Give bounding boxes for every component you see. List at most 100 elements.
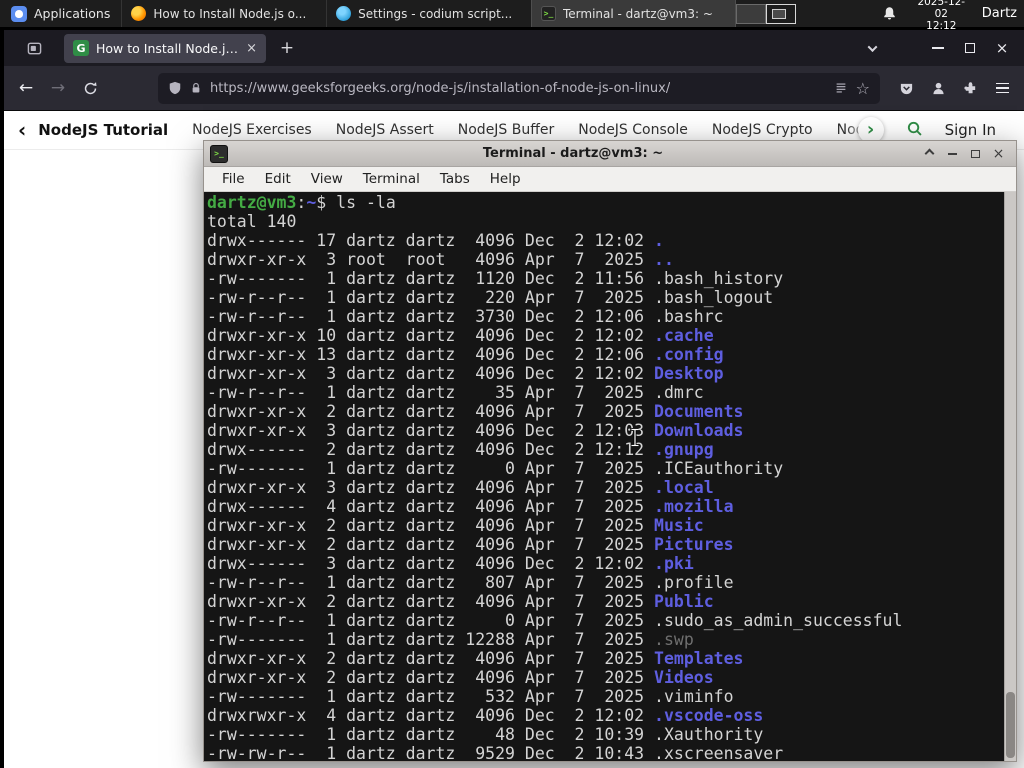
firefox-view-button[interactable] [20,34,48,62]
panel-username: Dartz [981,6,1018,21]
menu-file[interactable]: File [212,171,255,187]
terminal-listing-row: -rw-r--r-- 1 dartz dartz 807 Apr 7 2025 … [207,573,734,592]
terminal-content[interactable]: dartz@vm3:~$ ls -la total 140 drwx------… [204,192,1016,761]
workspace-switcher[interactable] [735,3,796,24]
extensions-icon[interactable] [954,73,986,103]
terminal-close-button[interactable]: × [987,144,1010,164]
firefox-icon [131,6,147,21]
list-tabs-chevron-icon[interactable] [856,35,888,61]
pager-window-icon [771,8,786,19]
site-nav-link[interactable]: NodeJS Buffer [458,122,555,138]
site-nav-current[interactable]: NodeJS Tutorial [38,121,168,139]
browser-tab-bar: G How to Install Node.js on... × + × [4,30,1024,66]
site-nav-link[interactable]: NodeJS Console [578,122,688,138]
hamburger-bar [995,91,1009,94]
terminal-listing-row: drwx------ 3 dartz dartz 4096 Dec 2 12:0… [207,554,694,573]
terminal-listing-row: -rw-r--r-- 1 dartz dartz 0 Apr 7 2025 .s… [207,611,903,630]
menu-terminal[interactable]: Terminal [353,171,430,187]
menu-view[interactable]: View [301,171,353,187]
mouse-cursor [630,428,640,451]
terminal-listing-row: drwxr-xr-x 2 dartz dartz 4096 Apr 7 2025… [207,592,714,611]
scrollbar-thumb[interactable] [1006,692,1015,758]
desktop: Applications How to Install Node.js o...… [0,0,1024,768]
terminal-listing-row: drwxr-xr-x 3 dartz dartz 4096 Dec 2 12:0… [207,364,724,383]
terminal-window-buttons: × [918,144,1010,164]
hamburger-bar [995,82,1009,85]
taskbar-item-label: Terminal - dartz@vm3: ~ [562,6,713,21]
pocket-icon[interactable] [890,73,922,103]
bookmark-star-icon[interactable]: ☆ [856,79,870,98]
reader-mode-icon[interactable] [834,81,848,95]
maximize-icon [971,149,980,158]
url-text[interactable]: https://www.geeksforgeeks.org/node-js/in… [210,81,670,96]
search-icon[interactable] [906,120,923,141]
workspace-1[interactable] [735,3,766,24]
taskbar-item-label: How to Install Node.js o... [153,6,307,21]
terminal-listing-row: drwx------ 17 dartz dartz 4096 Dec 2 12:… [207,231,664,250]
notification-bell-icon[interactable] [882,6,897,21]
tracking-shield-icon[interactable] [168,81,182,95]
taskbar-item-terminal[interactable]: >_ Terminal - dartz@vm3: ~ [530,0,736,27]
applications-icon [11,5,27,22]
clock-date: 2025-12-02 [917,0,966,20]
terminal-minimize-button[interactable] [941,144,964,164]
applications-menu-button[interactable]: Applications [0,0,121,27]
terminal-listing-row: -rw-r--r-- 1 dartz dartz 35 Apr 7 2025 .… [207,383,704,402]
url-bar[interactable]: https://www.geeksforgeeks.org/node-js/in… [158,72,880,104]
browser-toolbar: ← → https://www.geeksforgeeks.org/node-j… [4,66,1024,111]
terminal-titlebar[interactable]: >_ Terminal - dartz@vm3: ~ × [204,141,1016,167]
terminal-total-line: total 140 [207,212,297,231]
terminal-listing: drwx------ 17 dartz dartz 4096 Dec 2 12:… [207,231,1016,761]
clock-time: 12:12 [926,19,957,32]
site-nav-link[interactable]: NodeJS Exercises [192,122,312,138]
menu-tabs[interactable]: Tabs [430,171,480,187]
menu-hamburger-icon[interactable] [986,73,1018,103]
terminal-listing-row: -rw------- 1 dartz dartz 12288 Apr 7 202… [207,630,694,649]
close-icon: × [995,38,1009,57]
account-icon[interactable] [922,73,954,103]
terminal-listing-row: -rw------- 1 dartz dartz 48 Dec 2 10:39 … [207,725,764,744]
tab-title: How to Install Node.js on... [96,40,239,56]
minimize-icon [932,47,944,49]
top-panel: Applications How to Install Node.js o...… [0,0,1024,32]
minimize-icon [948,152,957,155]
taskbar-item-codium[interactable]: Settings - codium script... [326,0,531,27]
window-minimize-button[interactable] [922,35,954,61]
terminal-scrollbar[interactable] [1004,192,1016,761]
site-nav-link[interactable]: NodeJS Crypto [712,122,813,138]
forward-button[interactable]: → [42,73,74,103]
terminal-shade-button[interactable] [918,144,941,164]
terminal-listing-row: drwxr-xr-x 2 dartz dartz 4096 Apr 7 2025… [207,516,704,535]
favicon-letter: G [76,41,86,55]
terminal-listing-row: drwxr-xr-x 2 dartz dartz 4096 Apr 7 2025… [207,668,714,687]
workspace-2[interactable] [765,3,796,24]
window-close-button[interactable]: × [986,35,1018,61]
chevron-down-icon [867,41,877,52]
taskbar-item-browser[interactable]: How to Install Node.js o... [121,0,326,27]
reload-button[interactable] [74,73,106,103]
menu-edit[interactable]: Edit [255,171,301,187]
terminal-listing-row: drwxr-xr-x 10 dartz dartz 4096 Dec 2 12:… [207,326,714,345]
terminal-icon: >_ [540,6,556,21]
terminal-maximize-button[interactable] [964,144,987,164]
browser-tab[interactable]: G How to Install Node.js on... × [64,33,266,63]
codium-icon [336,6,352,21]
site-favicon: G [73,40,89,56]
terminal-listing-row: drwxrwxr-x 4 dartz dartz 4096 Dec 2 12:0… [207,706,764,725]
terminal-listing-row: -rw-r--r-- 1 dartz dartz 220 Apr 7 2025 … [207,288,774,307]
terminal-menubar: File Edit View Terminal Tabs Help [204,167,1016,192]
lock-icon [190,81,202,95]
tab-close-icon[interactable]: × [246,41,257,56]
maximize-icon [965,43,975,53]
menu-help[interactable]: Help [480,171,531,187]
panel-clock[interactable]: 2025-12-02 12:12 [911,0,972,32]
site-nav-link[interactable]: NodeJS Assert [336,122,434,138]
window-maximize-button[interactable] [954,35,986,61]
sign-in-link[interactable]: Sign In [945,121,996,139]
new-tab-button[interactable]: + [274,35,300,61]
back-button[interactable]: ← [10,73,42,103]
chevron-right-icon: › [866,118,875,140]
nav-back-chevron-icon[interactable]: ‹ [18,118,26,142]
terminal-prompt-line: dartz@vm3:~$ ls -la [207,193,396,212]
terminal-icon: >_ [210,144,228,163]
